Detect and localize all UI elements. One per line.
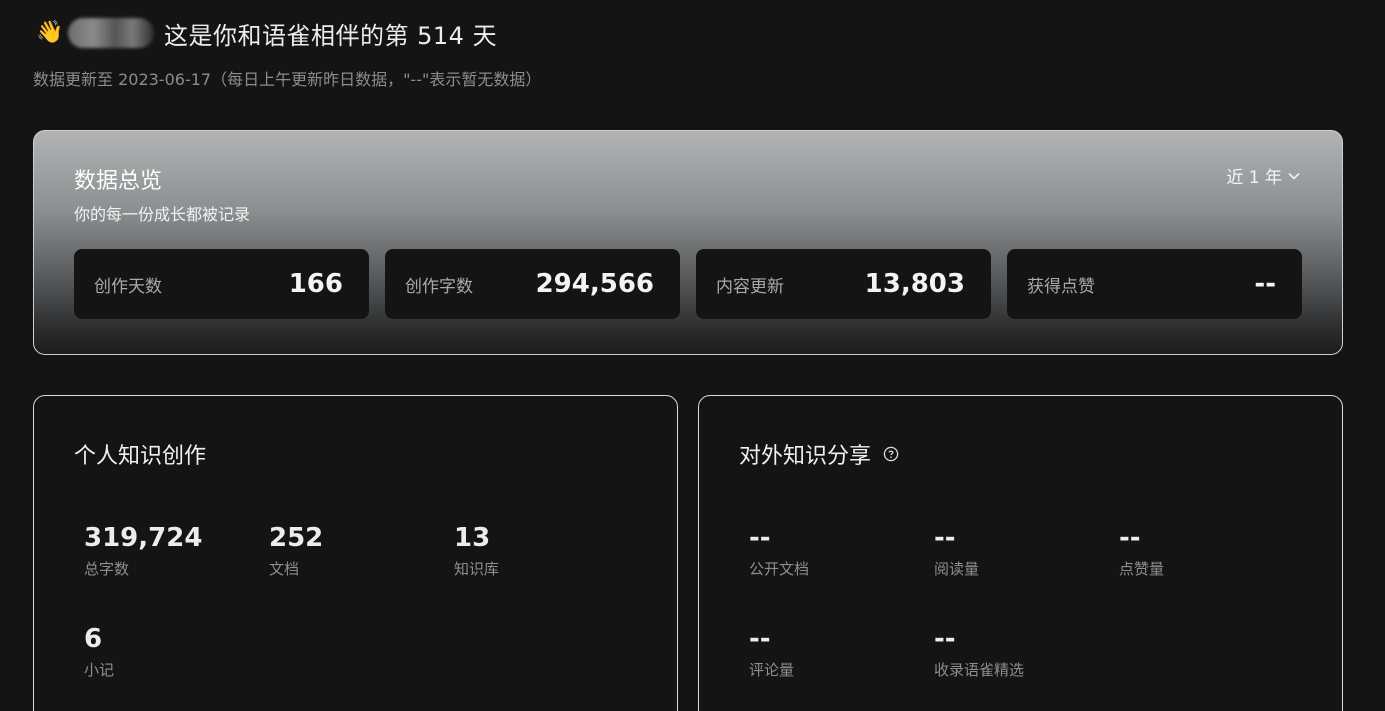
overview-card: 数据总览 你的每一份成长都被记录 近 1 年 创作天数 166 创作字数 294…: [33, 130, 1343, 355]
metric-total-words: 319,724 总字数: [84, 522, 254, 579]
greeting-text: 这是你和语雀相伴的第 514 天: [164, 21, 498, 50]
greeting-header: 👋 这是你和语雀相伴的第 514 天: [36, 16, 497, 50]
waving-hand-icon: 👋: [36, 20, 64, 45]
time-range-label: 近 1 年: [1226, 168, 1282, 188]
page: 👋 这是你和语雀相伴的第 514 天 数据更新至 2023-06-17（每日上午…: [0, 0, 1385, 711]
overview-title: 数据总览: [74, 169, 163, 194]
metric-value: --: [749, 523, 771, 553]
overview-subtitle: 你的每一份成长都被记录: [74, 205, 251, 224]
stat-likes-received: 获得点赞 --: [1007, 249, 1302, 319]
metric-label: 总字数: [84, 560, 130, 578]
personal-creation-title: 个人知识创作: [74, 438, 206, 470]
time-range-dropdown[interactable]: 近 1 年: [1226, 163, 1300, 188]
metric-value: 13: [454, 523, 491, 553]
metric-knowledge-bases[interactable]: 13 知识库: [454, 522, 624, 579]
metric-documents[interactable]: 252 文档: [269, 522, 439, 579]
stat-creation-words: 创作字数 294,566: [385, 249, 680, 319]
blurred-username: [68, 18, 154, 48]
data-update-note: 数据更新至 2023-06-17（每日上午更新昨日数据，"--"表示暂无数据）: [33, 70, 542, 89]
metric-comments: -- 评论量: [749, 623, 919, 680]
metric-featured: -- 收录语雀精选: [934, 623, 1104, 680]
help-icon[interactable]: [883, 446, 899, 462]
metric-label: 点赞量: [1119, 560, 1165, 578]
overview-stats: 创作天数 166 创作字数 294,566 内容更新 13,803 获得点赞 -…: [74, 249, 1302, 319]
metric-reads: -- 阅读量: [934, 522, 1104, 579]
metric-value: --: [934, 523, 956, 553]
metric-label: 文档: [269, 560, 300, 578]
stat-label: 内容更新: [716, 276, 784, 297]
stat-content-updates: 内容更新 13,803: [696, 249, 991, 319]
chevron-down-icon: [1288, 172, 1300, 180]
stat-value: 166: [288, 269, 343, 299]
metric-value: 6: [84, 624, 103, 654]
metric-label: 阅读量: [934, 560, 980, 578]
panel-title-text: 对外知识分享: [739, 444, 872, 469]
stat-value: 294,566: [535, 269, 654, 299]
metric-label: 收录语雀精选: [934, 661, 1025, 679]
panel-title-text: 个人知识创作: [74, 444, 207, 469]
stat-label: 获得点赞: [1027, 276, 1095, 297]
metric-value: 252: [269, 523, 324, 553]
metric-label: 小记: [84, 661, 115, 679]
metric-public-docs: -- 公开文档: [749, 522, 919, 579]
external-sharing-panel: 对外知识分享 -- 公开文档 -- 阅读量 -- 点赞量 -- 评论量 -- 收…: [698, 395, 1343, 711]
stat-value: 13,803: [864, 269, 965, 299]
metric-label: 评论量: [749, 661, 795, 679]
stat-label: 创作字数: [405, 276, 473, 297]
personal-creation-panel: 个人知识创作 319,724 总字数 252 文档 13 知识库 6 小记: [33, 395, 678, 711]
metric-notes[interactable]: 6 小记: [84, 623, 254, 680]
metric-label: 公开文档: [749, 560, 810, 578]
external-sharing-title: 对外知识分享: [739, 438, 899, 470]
stat-creation-days: 创作天数 166: [74, 249, 369, 319]
metric-likes: -- 点赞量: [1119, 522, 1289, 579]
metric-value: --: [1119, 523, 1141, 553]
stat-value: --: [1254, 269, 1276, 299]
metric-value: --: [934, 624, 956, 654]
metric-label: 知识库: [454, 560, 500, 578]
metric-value: 319,724: [84, 523, 203, 553]
stat-label: 创作天数: [94, 276, 162, 297]
metric-value: --: [749, 624, 771, 654]
